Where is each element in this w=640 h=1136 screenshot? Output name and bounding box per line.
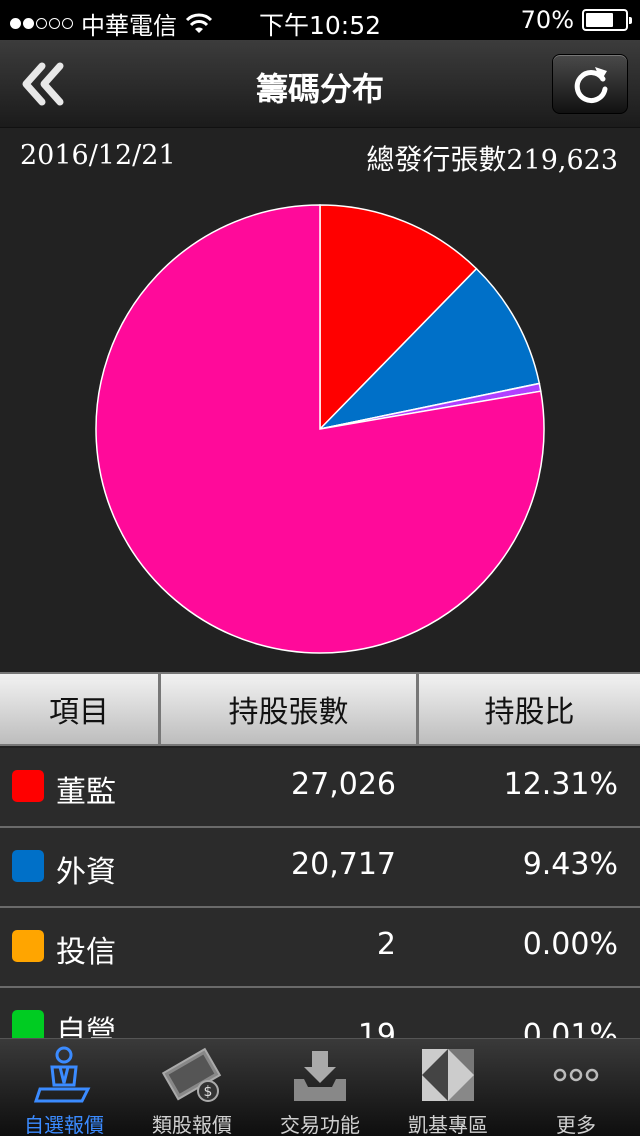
color-swatch — [12, 1010, 44, 1038]
more-dots-icon — [553, 1068, 599, 1082]
row-percent: 12.31% — [503, 767, 618, 802]
tab-label: 更多 — [556, 1113, 596, 1136]
page-title: 籌碼分布 — [255, 70, 384, 108]
data-date: 2016/12/21 — [20, 140, 176, 171]
row-shares: 20,717 — [291, 847, 396, 882]
tab-label: 類股報價 — [152, 1113, 232, 1136]
status-bar: 中華電信 下午10:52 70% — [0, 0, 640, 40]
header-item: 項目 — [0, 674, 158, 744]
pie-chart — [0, 186, 640, 670]
refresh-icon — [574, 67, 608, 104]
tab-kgi-zone[interactable]: 凱基專區 — [384, 1039, 512, 1136]
total-issued-label: 總發行張數 — [366, 143, 507, 176]
battery-percent: 70% — [520, 6, 574, 34]
row-shares: 2 — [376, 927, 396, 962]
color-swatch — [12, 850, 44, 882]
row-shares: 19 — [357, 1018, 396, 1038]
row-percent: 0.01% — [522, 1018, 618, 1038]
status-right: 70% — [520, 6, 632, 34]
row-percent: 0.00% — [522, 927, 618, 962]
table-row[interactable]: 自營 19 0.01% — [0, 988, 640, 1038]
refresh-button[interactable] — [552, 54, 628, 114]
row-name: 投信 — [56, 935, 116, 970]
tab-trading[interactable]: 交易功能 — [256, 1039, 384, 1136]
svg-text:$: $ — [204, 1084, 213, 1100]
total-issued-value: 219,623 — [506, 145, 618, 176]
row-shares: 27,026 — [291, 767, 396, 802]
row-name: 董監 — [56, 775, 116, 810]
color-swatch — [12, 770, 44, 802]
nav-bar: 籌碼分布 — [0, 40, 640, 128]
kgi-logo-icon — [422, 1049, 474, 1101]
holdings-list[interactable]: 董監 27,026 12.31% 外資 20,717 9.43% 投信 2 0.… — [0, 748, 640, 1038]
table-row[interactable]: 投信 2 0.00% — [0, 908, 640, 988]
table-row[interactable]: 董監 27,026 12.31% — [0, 748, 640, 828]
table-header: 項目 持股張數 持股比 — [0, 672, 640, 746]
header-percent: 持股比 — [419, 674, 640, 744]
row-name: 自營 — [56, 1015, 116, 1038]
tab-label: 交易功能 — [280, 1113, 360, 1136]
pie-chart-svg — [95, 204, 545, 654]
battery-icon — [582, 9, 632, 31]
inbox-download-icon — [294, 1051, 346, 1101]
tab-more[interactable]: 更多 — [512, 1039, 640, 1136]
film-money-icon: $ — [162, 1047, 222, 1102]
total-issued: 總發行張數 219,623 — [366, 138, 618, 178]
header-shares: 持股張數 — [161, 674, 416, 744]
tab-label: 凱基專區 — [408, 1113, 488, 1136]
tab-watchlist[interactable]: 自選報價 — [0, 1039, 128, 1136]
row-name: 外資 — [56, 855, 116, 890]
row-percent: 9.43% — [522, 847, 618, 882]
tab-bar: 自選報價 $ 類股報價 交易功能 凱基專區 更多 — [0, 1038, 640, 1136]
tab-sector-quotes[interactable]: $ 類股報價 — [128, 1039, 256, 1136]
person-desk-icon — [34, 1046, 91, 1103]
tab-label: 自選報價 — [24, 1113, 104, 1136]
table-row[interactable]: 外資 20,717 9.43% — [0, 828, 640, 908]
color-swatch — [12, 930, 44, 962]
